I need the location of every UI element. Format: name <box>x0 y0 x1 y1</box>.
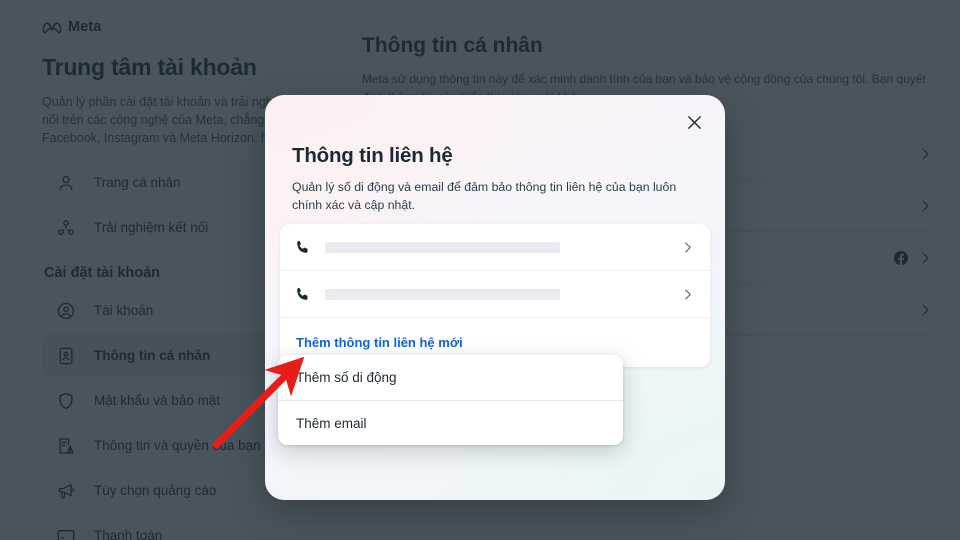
phone-number-redacted <box>325 241 560 253</box>
chevron-right-icon <box>681 241 694 254</box>
modal-title: Thông tin liên hệ <box>292 144 453 167</box>
menu-item-add-mobile[interactable]: Thêm số di động <box>278 355 623 400</box>
modal-subtitle: Quản lý số di động và email để đảm bảo t… <box>292 180 677 212</box>
menu-item-label: Thêm số di động <box>296 370 397 385</box>
screen: Meta Trung tâm tài khoản Quản lý phần cà… <box>0 0 960 540</box>
contact-info-modal: Thông tin liên hệ Quản lý số di động và … <box>265 95 725 500</box>
list-item[interactable] <box>280 224 710 271</box>
phone-icon <box>294 286 311 303</box>
add-contact-label: Thêm thông tin liên hệ mới <box>296 335 463 350</box>
chevron-right-icon <box>681 288 694 301</box>
add-contact-dropdown: Thêm số di động Thêm email <box>278 355 623 445</box>
close-icon[interactable] <box>681 109 707 135</box>
phone-number-redacted <box>325 288 560 300</box>
phone-icon <box>294 239 311 256</box>
menu-item-label: Thêm email <box>296 415 367 431</box>
menu-item-add-email[interactable]: Thêm email <box>278 400 623 445</box>
contact-list: Thêm thông tin liên hệ mới <box>280 224 710 367</box>
list-item[interactable] <box>280 271 710 318</box>
